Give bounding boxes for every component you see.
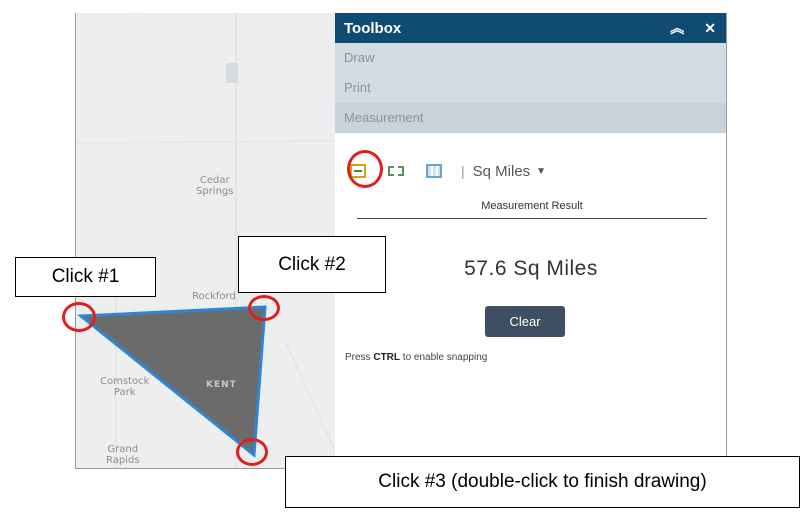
- hint-prefix: Press: [345, 352, 371, 363]
- location-measure-button[interactable]: [421, 158, 447, 184]
- nav-item-print[interactable]: Print: [335, 73, 726, 103]
- map-road: [76, 140, 336, 144]
- map-road: [285, 342, 336, 454]
- distance-measure-button[interactable]: [383, 158, 409, 184]
- place-label: Grand Rapids: [106, 444, 140, 466]
- county-label: KENT: [206, 380, 237, 390]
- distance-measure-icon: [388, 166, 404, 176]
- hint-key: CTRL: [373, 352, 401, 363]
- panel-title: Toolbox: [344, 19, 402, 37]
- caret-down-icon: ▼: [536, 165, 547, 177]
- measurement-result-label: Measurement Result: [357, 200, 707, 219]
- nav-item-draw[interactable]: Draw: [335, 43, 726, 73]
- highlight-ring-tool: [347, 150, 383, 188]
- place-label: Comstock Park: [100, 376, 150, 398]
- place-label: Rockford: [192, 291, 236, 302]
- snapping-hint: Press CTRL to enable snapping: [345, 352, 487, 363]
- toolbar-divider: |: [461, 163, 465, 179]
- highlight-ring-click2: [248, 295, 280, 321]
- callout-click2: Click #2: [238, 236, 386, 293]
- map-landmark: [226, 63, 238, 83]
- close-icon[interactable]: ✕: [704, 20, 716, 37]
- hint-suffix: to enable snapping: [402, 352, 488, 363]
- unit-dropdown-value: Sq Miles: [472, 162, 531, 180]
- measurement-result-value: 57.6 Sq Miles: [464, 257, 598, 280]
- highlight-ring-click1: [62, 302, 96, 332]
- measurement-toolbar: | Sq Miles ▼: [345, 156, 705, 186]
- callout-click1: Click #1: [15, 257, 156, 297]
- double-chevron-up-icon[interactable]: ︽: [670, 18, 684, 38]
- highlight-ring-click3: [236, 438, 268, 466]
- place-label: Cedar Springs: [196, 175, 234, 197]
- toolbox-panel: Toolbox ︽ ✕ Draw Print Measurement | Sq …: [335, 13, 727, 468]
- panel-header: Toolbox ︽ ✕: [335, 13, 726, 43]
- callout-click3: Click #3 (double-click to finish drawing…: [285, 456, 800, 508]
- nav-item-measurement[interactable]: Measurement: [335, 103, 726, 133]
- unit-dropdown[interactable]: Sq Miles ▼: [473, 163, 546, 180]
- location-measure-icon: [426, 164, 442, 178]
- clear-button[interactable]: Clear: [485, 306, 565, 337]
